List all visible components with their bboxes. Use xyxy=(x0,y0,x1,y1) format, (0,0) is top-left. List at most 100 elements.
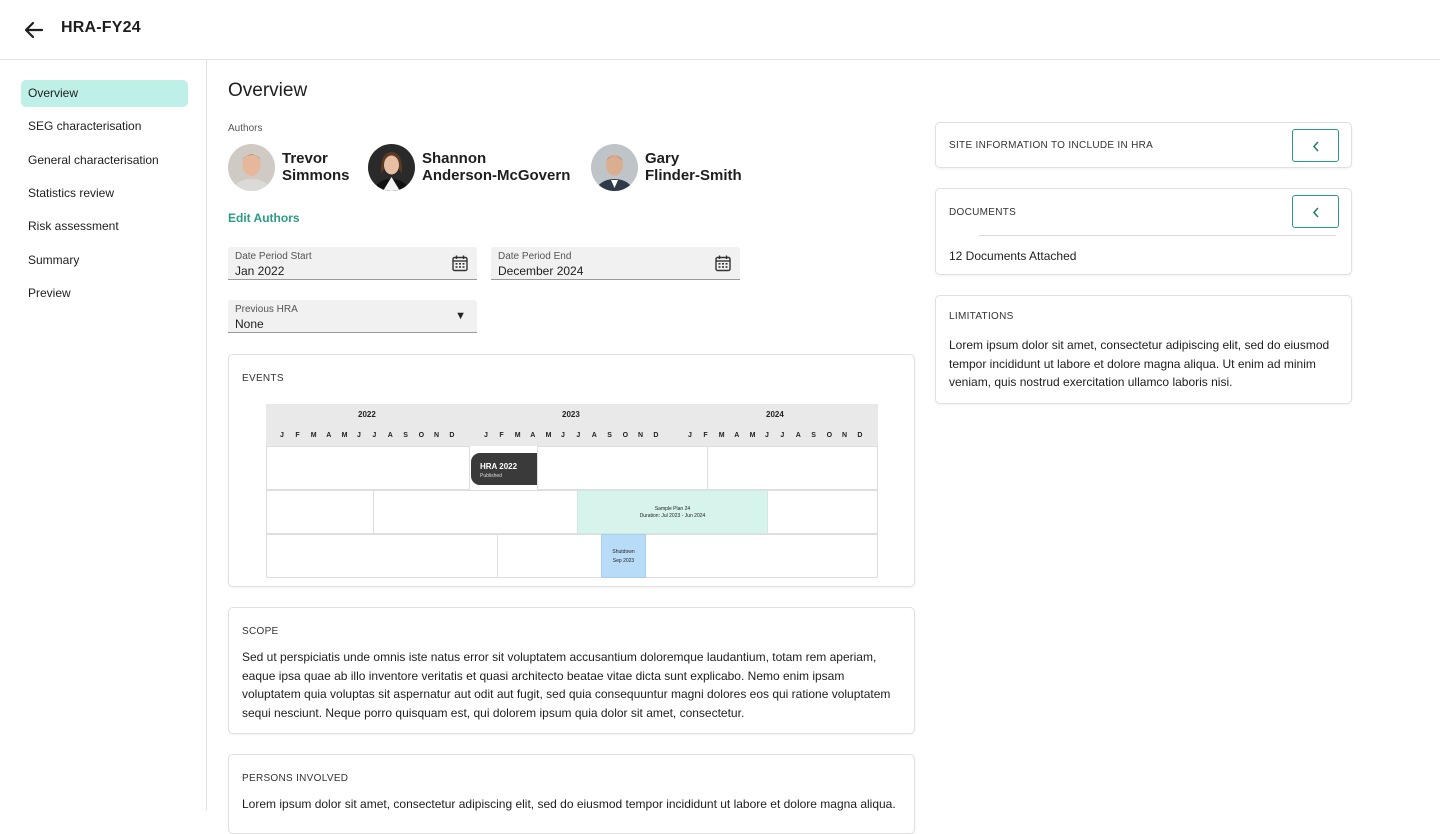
timeline-month-label: J xyxy=(780,432,785,439)
timeline-month-label: A xyxy=(326,432,332,439)
chevron-left-icon xyxy=(1312,207,1319,218)
avatar xyxy=(591,143,638,191)
event-subtitle: Duration: Jul 2023 - Jun 2024 xyxy=(639,513,706,519)
card-title: LIMITATIONS xyxy=(949,311,1014,322)
timeline-month-label: J xyxy=(561,432,565,439)
author-last-name: Simmons xyxy=(282,167,350,184)
timeline-month-label: A xyxy=(387,432,393,439)
card-title: PERSONS INVOLVED xyxy=(242,773,349,784)
calendar-icon[interactable] xyxy=(452,255,468,272)
timeline-month-label: J xyxy=(576,432,581,439)
event-title: HRA 2022 xyxy=(480,462,518,471)
timeline-cell xyxy=(497,534,602,578)
event-subtitle: Published xyxy=(480,473,502,479)
card-title: EVENTS xyxy=(242,373,284,384)
back-arrow-icon[interactable] xyxy=(22,18,46,42)
timeline-month-label: O xyxy=(622,432,629,439)
limitations-card: LIMITATIONS Lorem ipsum dolor sit amet, … xyxy=(935,295,1352,404)
timeline-month-label: D xyxy=(449,432,455,439)
authors-label: Authors xyxy=(228,123,263,134)
timeline-cell xyxy=(266,490,374,534)
event-hra-2022[interactable]: HRA 2022 Published xyxy=(471,453,537,485)
timeline-month-label: M xyxy=(341,432,348,439)
timeline-month-label: M xyxy=(310,432,317,439)
site-information-card: SITE INFORMATION TO INCLUDE IN HRA xyxy=(935,122,1352,168)
timeline-month-label: S xyxy=(607,432,612,439)
events-card: EVENTS 2022 J F M A M J J A S O N D 2023 J F M A M J J A S O N D 2… xyxy=(228,354,915,587)
sidebar-item-risk-assessment[interactable]: Risk assessment xyxy=(21,213,188,240)
field-value: None xyxy=(235,317,264,331)
timeline-month-label: M xyxy=(514,432,521,439)
limitations-text: Lorem ipsum dolor sit amet, consectetur … xyxy=(949,338,1330,389)
card-title: SCOPE xyxy=(242,626,279,637)
timeline-cell xyxy=(537,446,708,490)
event-shutdown[interactable]: Shutdown Sep 2023 xyxy=(601,534,646,578)
events-timeline: 2022 J F M A M J J A S O N D 2023 J F M A M J J A S O N D 2024 J F M A… xyxy=(266,404,878,578)
app-title: HRA-FY24 xyxy=(61,19,141,36)
event-title: Shutdown xyxy=(612,549,635,555)
documents-collapse-button[interactable] xyxy=(1292,195,1339,228)
timeline-month-label: F xyxy=(703,432,708,439)
timeline-cell xyxy=(266,446,470,490)
timeline-month-label: O xyxy=(418,432,425,439)
edit-authors-link[interactable]: Edit Authors xyxy=(228,211,300,225)
main-content: Overview Authors Trevor Simmons Shannon … xyxy=(208,60,1440,834)
timeline-month-label: N xyxy=(842,432,848,439)
sidebar-item-statistics-review[interactable]: Statistics review xyxy=(21,180,188,207)
dropdown-caret-icon[interactable]: ▼ xyxy=(455,310,466,322)
sidebar-item-summary[interactable]: Summary xyxy=(21,247,188,274)
sidebar: Overview SEG characterisation General ch… xyxy=(0,60,207,810)
date-period-end-field[interactable]: Date Period End December 2024 xyxy=(491,247,740,280)
previous-hra-select[interactable]: Previous HRA None ▼ xyxy=(228,300,477,333)
author-last-name: Flinder-Smith xyxy=(645,167,742,184)
event-title: Sample Plan 24 xyxy=(654,506,691,512)
documents-card: DOCUMENTS 12 Documents Attached xyxy=(935,188,1352,275)
timeline-month-label: J xyxy=(688,432,692,439)
timeline-month-label: A xyxy=(591,432,597,439)
timeline-cell xyxy=(645,534,878,578)
timeline-cell xyxy=(707,446,878,490)
card-title: DOCUMENTS xyxy=(949,207,1017,218)
field-value: December 2024 xyxy=(498,264,584,278)
timeline-month-label: A xyxy=(530,432,536,439)
author-gary-flinder-smith: Gary Flinder-Smith xyxy=(591,143,742,191)
date-period-start-field[interactable]: Date Period Start Jan 2022 xyxy=(228,247,477,280)
field-label: Date Period Start xyxy=(235,251,312,262)
calendar-icon[interactable] xyxy=(715,255,731,272)
documents-count: 12 Documents Attached xyxy=(949,249,1077,263)
sidebar-item-overview[interactable]: Overview xyxy=(21,80,188,107)
timeline-month-label: N xyxy=(434,432,440,439)
card-title: SITE INFORMATION TO INCLUDE IN HRA xyxy=(949,140,1154,151)
avatar xyxy=(228,143,275,191)
timeline-month-label: D xyxy=(857,432,863,439)
scope-text: Sed ut perspiciatis unde omnis iste natu… xyxy=(242,650,891,720)
timeline-month-label: D xyxy=(653,432,659,439)
timeline-month-label: O xyxy=(826,432,833,439)
timeline-month-label: A xyxy=(795,432,801,439)
timeline-month-label: J xyxy=(372,432,377,439)
field-label: Previous HRA xyxy=(235,304,298,315)
timeline-month-label: A xyxy=(734,432,740,439)
timeline-month-label: J xyxy=(765,432,769,439)
timeline-month-label: J xyxy=(280,432,284,439)
timeline-cell xyxy=(373,490,578,534)
sidebar-item-general-characterisation[interactable]: General characterisation xyxy=(21,147,188,174)
divider xyxy=(979,235,1336,236)
timeline-month-label: S xyxy=(811,432,816,439)
scope-card: SCOPE Sed ut perspiciatis unde omnis ist… xyxy=(228,607,915,734)
author-first-name: Trevor xyxy=(282,150,328,167)
timeline-cell xyxy=(767,490,878,534)
avatar xyxy=(368,143,415,191)
event-subtitle: Sep 2023 xyxy=(612,558,635,564)
author-last-name: Anderson-McGovern xyxy=(422,167,571,184)
site-info-collapse-button[interactable] xyxy=(1292,129,1339,162)
timeline-cell xyxy=(266,534,498,578)
persons-involved-text: Lorem ipsum dolor sit amet, consectetur … xyxy=(242,797,896,811)
top-bar: HRA-FY24 xyxy=(0,0,1440,60)
event-sample-plan-24[interactable]: Sample Plan 24 Duration: Jul 2023 - Jun … xyxy=(577,490,768,534)
timeline-month-label: J xyxy=(357,432,361,439)
timeline-year-label: 2024 xyxy=(766,410,784,419)
sidebar-item-preview[interactable]: Preview xyxy=(21,280,188,307)
author-shannon-anderson-mcgovern: Shannon Anderson-McGovern xyxy=(368,143,570,191)
sidebar-item-seg-characterisation[interactable]: SEG characterisation xyxy=(21,113,188,140)
